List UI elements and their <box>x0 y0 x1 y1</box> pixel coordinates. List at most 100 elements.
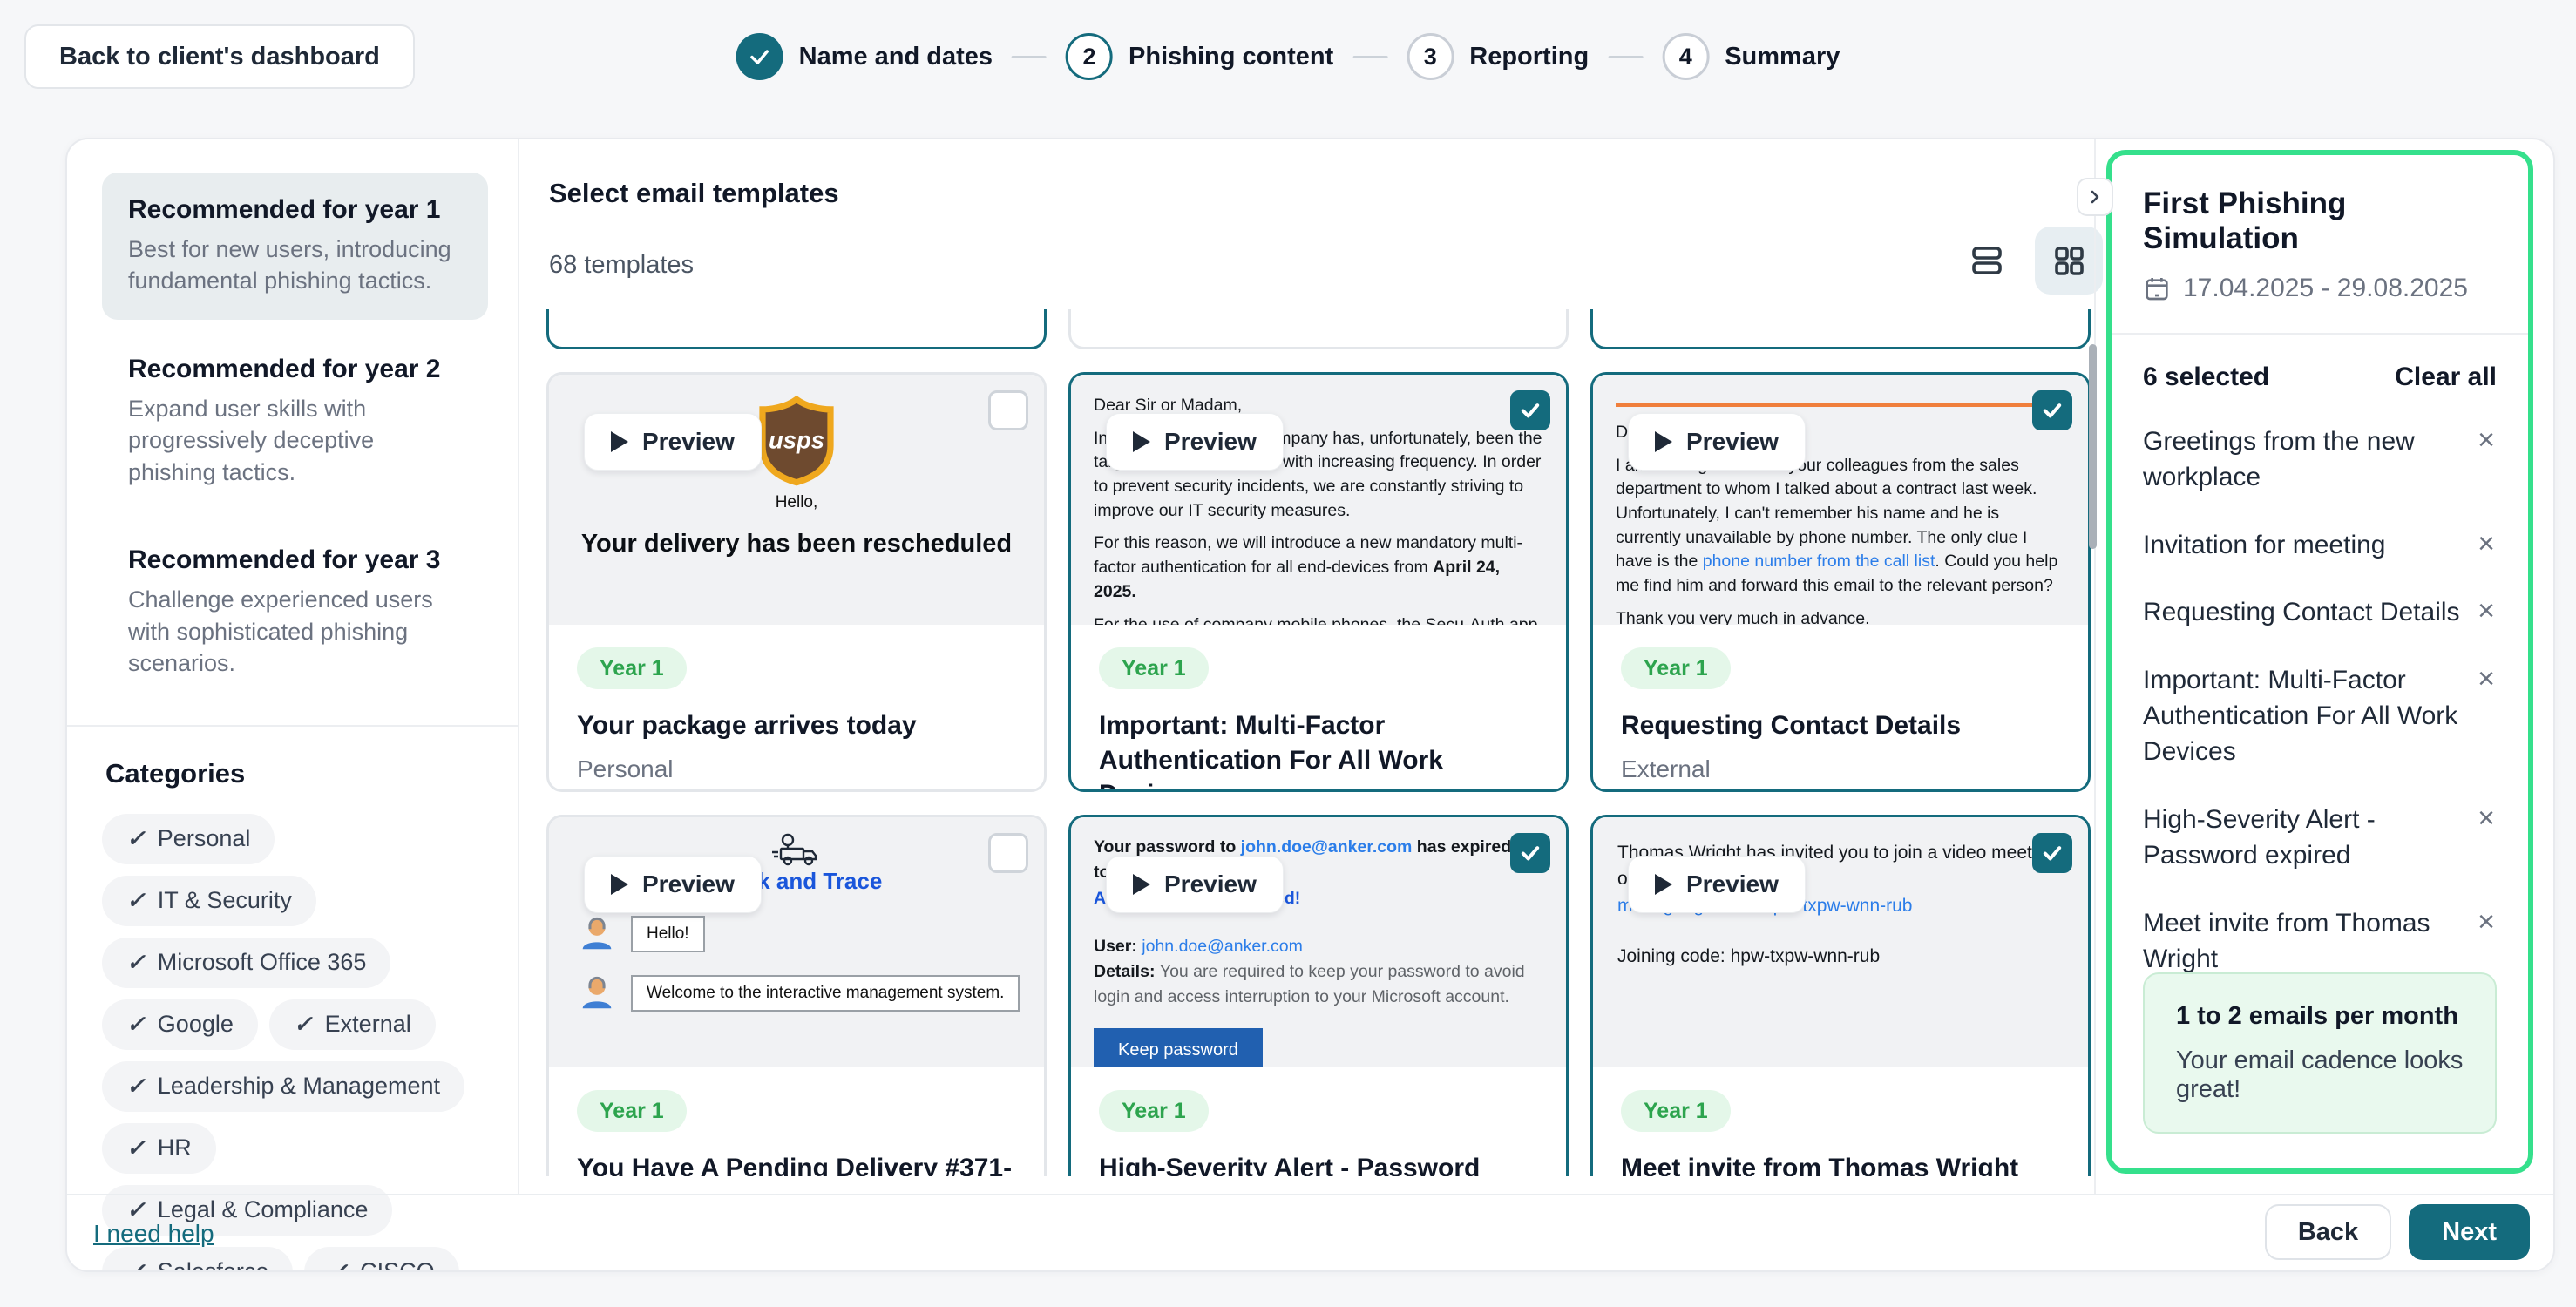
clear-all-button[interactable]: Clear all <box>2395 362 2497 392</box>
chat-bubble: Hello! <box>631 916 705 952</box>
sidebar-item-year-1[interactable]: Recommended for year 1 Best for new user… <box>102 173 488 320</box>
sidebar-item-year-2[interactable]: Recommended for year 2 Expand user skill… <box>102 332 488 511</box>
preview-button[interactable]: Preview <box>1628 413 1806 471</box>
template-checkbox[interactable] <box>1510 390 1550 430</box>
template-card-partial[interactable] <box>1068 309 1569 349</box>
template-checkbox[interactable] <box>2032 833 2072 873</box>
template-title: Your package arrives today <box>577 708 917 743</box>
preview-button[interactable]: Preview <box>1628 856 1806 913</box>
template-checkbox[interactable] <box>988 390 1028 430</box>
template-card-body: Year 1 Requesting Contact Details Extern… <box>1593 625 2088 792</box>
check-icon: ✓ <box>126 887 146 914</box>
check-icon: ✓ <box>126 1258 146 1272</box>
play-icon <box>1133 874 1150 895</box>
chip-label: Leadership & Management <box>158 1073 440 1100</box>
keep-password-button[interactable]: Keep password <box>1094 1028 1263 1068</box>
selected-template-row: Greetings from the new workplace × <box>2143 423 2497 496</box>
preview-button-label: Preview <box>642 870 735 898</box>
step-phishing-content[interactable]: 2 Phishing content <box>1066 33 1333 80</box>
list-view-button[interactable] <box>1953 227 2021 295</box>
chip-it-security[interactable]: ✓IT & Security <box>102 876 316 926</box>
delivery-truck-icon <box>769 831 824 866</box>
template-title: You Have A Pending Delivery #371-3273880… <box>577 1151 1016 1176</box>
remove-item-icon[interactable]: × <box>2476 423 2497 457</box>
panel-divider <box>2112 333 2528 335</box>
remove-item-icon[interactable]: × <box>2476 662 2497 695</box>
chevron-right-icon <box>2086 188 2104 206</box>
scrollbar-thumb[interactable] <box>2089 344 2097 549</box>
play-icon <box>1133 431 1150 452</box>
chip-label: Personal <box>158 825 251 852</box>
selected-template-label: Requesting Contact Details <box>2143 594 2474 630</box>
preview-button-label: Preview <box>1164 870 1257 898</box>
chip-salesforce[interactable]: ✓Salesforce <box>102 1247 293 1273</box>
chip-label: Google <box>158 1011 234 1038</box>
list-view-icon <box>1968 241 2006 280</box>
preview-button[interactable]: Preview <box>584 413 762 471</box>
template-card-package-arrives[interactable]: usps Hello, Your delivery has been resch… <box>546 372 1047 792</box>
sidebar: Recommended for year 1 Best for new user… <box>67 139 518 1194</box>
template-card-mfa[interactable]: Dear Sir or Madam, In recent months, our… <box>1068 372 1569 792</box>
template-checkbox[interactable] <box>2032 390 2072 430</box>
year-item-desc: Best for new users, introducing fundamen… <box>128 234 462 297</box>
step-label: Reporting <box>1469 43 1589 71</box>
step-reporting[interactable]: 3 Reporting <box>1407 33 1589 80</box>
check-icon: ✓ <box>126 825 146 852</box>
help-link[interactable]: I need help <box>93 1220 214 1248</box>
preview-button-label: Preview <box>1686 428 1779 456</box>
usps-logo: usps <box>758 396 835 486</box>
view-toggle <box>1953 227 2103 295</box>
next-button[interactable]: Next <box>2409 1204 2530 1260</box>
chip-cisco[interactable]: ✓CISCO <box>304 1247 458 1273</box>
chip-microsoft-office-365[interactable]: ✓Microsoft Office 365 <box>102 938 390 988</box>
preview-button[interactable]: Preview <box>584 856 762 913</box>
template-card-partial[interactable] <box>546 309 1047 349</box>
year-item-desc: Expand user skills with progressively de… <box>128 393 462 488</box>
back-to-dashboard-button[interactable]: Back to client's dashboard <box>24 24 415 89</box>
step-separator <box>1608 56 1643 58</box>
chip-google[interactable]: ✓Google <box>102 999 258 1050</box>
email-preview: Track and Trace Hello! <box>549 817 1044 1067</box>
year-badge: Year 1 <box>577 1090 687 1132</box>
template-card-meet-invite[interactable]: Thomas Wright has invited you to join a … <box>1590 815 2091 1176</box>
chip-personal[interactable]: ✓ Personal <box>102 814 275 864</box>
grid-view-button[interactable] <box>2035 227 2103 295</box>
svg-text:usps: usps <box>769 427 824 454</box>
preview-button-label: Preview <box>1686 870 1779 898</box>
remove-item-icon[interactable]: × <box>2476 594 2497 627</box>
chip-leadership-management[interactable]: ✓Leadership & Management <box>102 1061 464 1112</box>
template-checkbox[interactable] <box>1510 833 1550 873</box>
calendar-icon <box>2143 274 2171 302</box>
templates-count: 68 templates <box>549 251 694 280</box>
sidebar-item-year-3[interactable]: Recommended for year 3 Challenge experie… <box>102 523 488 701</box>
check-icon: ✓ <box>126 949 146 976</box>
step-summary[interactable]: 4 Summary <box>1662 33 1840 80</box>
step-name-and-dates[interactable]: Name and dates <box>736 33 993 80</box>
template-card-contact-details[interactable]: Dear Sir or Madam, I am looking for one … <box>1590 372 2091 792</box>
collapse-panel-button[interactable] <box>2077 178 2113 216</box>
check-icon: ✓ <box>329 1258 348 1272</box>
remove-item-icon[interactable]: × <box>2476 527 2497 560</box>
chip-label: External <box>325 1011 411 1038</box>
chip-external[interactable]: ✓External <box>269 999 436 1050</box>
chip-hr[interactable]: ✓HR <box>102 1123 216 1174</box>
preview-user-line: User: john.doe@anker.com <box>1094 934 1543 959</box>
year-item-title: Recommended for year 1 <box>128 195 462 225</box>
template-category: Personal <box>577 755 674 783</box>
email-preview: Dear Sir or Madam, I am looking for one … <box>1593 375 2088 625</box>
preview-button[interactable]: Preview <box>1106 856 1284 913</box>
remove-item-icon[interactable]: × <box>2476 802 2497 835</box>
back-button[interactable]: Back <box>2265 1204 2391 1260</box>
phishing-simulation-wizard: Back to client's dashboard Name and date… <box>0 0 2576 1307</box>
template-checkbox[interactable] <box>988 833 1028 873</box>
template-card-partial[interactable] <box>1590 309 2091 349</box>
preview-button[interactable]: Preview <box>1106 413 1284 471</box>
email-preview: Your password to john.doe@anker.com has … <box>1071 817 1566 1067</box>
selected-template-row: Invitation for meeting × <box>2143 527 2497 563</box>
selected-template-row: Meet invite from Thomas Wright × <box>2143 905 2497 978</box>
template-card-password-expired[interactable]: Your password to john.doe@anker.com has … <box>1068 815 1569 1176</box>
template-card-pending-delivery[interactable]: Track and Trace Hello! <box>546 815 1047 1176</box>
template-card-body: Year 1 Your package arrives today Person… <box>549 625 1044 792</box>
template-scroll-area[interactable]: usps Hello, Your delivery has been resch… <box>546 309 2091 1176</box>
remove-item-icon[interactable]: × <box>2476 905 2497 938</box>
